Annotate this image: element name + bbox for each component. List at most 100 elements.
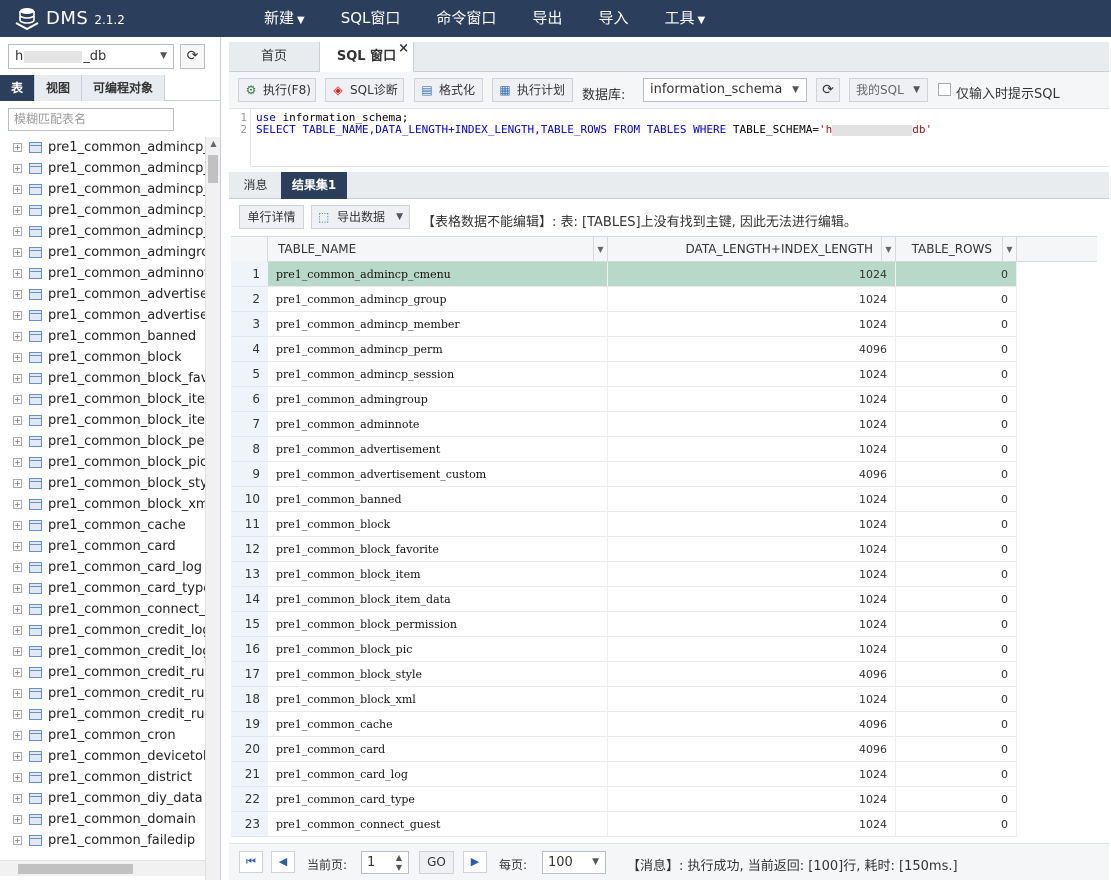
expand-icon[interactable]: + — [13, 668, 22, 677]
cell-table-name[interactable]: pre1_common_card_log — [268, 762, 608, 787]
table-row[interactable]: 9 pre1_common_advertisement_custom 4096 0 — [231, 462, 1017, 487]
format-button[interactable]: ▤ 格式化 — [414, 78, 483, 102]
expand-icon[interactable]: + — [13, 374, 22, 383]
cell-table-name[interactable]: pre1_common_block_style — [268, 662, 608, 687]
cell-data-length[interactable]: 4096 — [608, 737, 896, 762]
table-row[interactable]: 18 pre1_common_block_xml 1024 0 — [231, 687, 1017, 712]
expand-icon[interactable]: + — [13, 584, 22, 593]
cell-table-rows[interactable]: 0 — [896, 537, 1017, 562]
close-icon[interactable]: × — [398, 34, 409, 64]
cell-table-rows[interactable]: 0 — [896, 512, 1017, 537]
expand-icon[interactable]: + — [13, 836, 22, 845]
cell-table-name[interactable]: pre1_common_block — [268, 512, 608, 537]
table-row[interactable]: 2 pre1_common_admincp_group 1024 0 — [231, 287, 1017, 312]
table-row[interactable]: 5 pre1_common_admincp_session 1024 0 — [231, 362, 1017, 387]
table-row[interactable]: 12 pre1_common_block_favorite 1024 0 — [231, 537, 1017, 562]
expand-icon[interactable]: + — [13, 542, 22, 551]
expand-icon[interactable]: + — [13, 563, 22, 572]
page-size-select[interactable]: 100 ▼ — [542, 851, 606, 874]
scroll-up-icon[interactable]: ▲ — [206, 137, 221, 151]
table-row[interactable]: 11 pre1_common_block 1024 0 — [231, 512, 1017, 537]
cell-table-name[interactable]: pre1_common_adminnote — [268, 412, 608, 437]
cell-table-rows[interactable]: 0 — [896, 662, 1017, 687]
table-tree-item[interactable]: + pre1_common_block_style — [0, 474, 205, 495]
cell-table-name[interactable]: pre1_common_connect_guest — [268, 812, 608, 837]
cell-table-name[interactable]: pre1_common_admincp_session — [268, 362, 608, 387]
table-tree-item[interactable]: + pre1_common_district — [0, 768, 205, 789]
expand-icon[interactable]: + — [13, 647, 22, 656]
table-tree-item[interactable]: + pre1_common_admincp_pe — [0, 201, 205, 222]
table-row[interactable]: 16 pre1_common_block_pic 1024 0 — [231, 637, 1017, 662]
table-row[interactable]: 15 pre1_common_block_permission 1024 0 — [231, 612, 1017, 637]
cell-data-length[interactable]: 4096 — [608, 662, 896, 687]
go-button[interactable]: GO — [419, 851, 454, 874]
chevron-down-icon[interactable]: ▼ — [881, 237, 895, 262]
nav-sql-window[interactable]: SQL窗口 — [323, 0, 419, 37]
expand-icon[interactable]: + — [13, 479, 22, 488]
nav-new[interactable]: 新建 ▼ — [246, 0, 323, 37]
column-header-table-rows[interactable]: TABLE_ROWS ▼ — [896, 237, 1017, 262]
cell-table-rows[interactable]: 0 — [896, 787, 1017, 812]
nav-tools[interactable]: 工具 ▼ — [646, 0, 723, 37]
cell-data-length[interactable]: 1024 — [608, 512, 896, 537]
table-row[interactable]: 7 pre1_common_adminnote 1024 0 — [231, 412, 1017, 437]
table-tree-item[interactable]: + pre1_common_block_pic — [0, 453, 205, 474]
table-tree-item[interactable]: + pre1_common_cache — [0, 516, 205, 537]
cell-data-length[interactable]: 1024 — [608, 362, 896, 387]
cell-table-rows[interactable]: 0 — [896, 487, 1017, 512]
tree-vertical-scrollbar[interactable]: ▲ ▼ — [205, 137, 220, 880]
cell-table-rows[interactable]: 0 — [896, 412, 1017, 437]
expand-icon[interactable]: + — [13, 143, 22, 152]
table-tree-item[interactable]: + pre1_common_cron — [0, 726, 205, 747]
table-row[interactable]: 10 pre1_common_banned 1024 0 — [231, 487, 1017, 512]
table-tree-item[interactable]: + pre1_common_block_item — [0, 390, 205, 411]
cell-table-name[interactable]: pre1_common_block_xml — [268, 687, 608, 712]
cell-data-length[interactable]: 1024 — [608, 812, 896, 837]
cell-data-length[interactable]: 1024 — [608, 612, 896, 637]
table-tree-item[interactable]: + pre1_common_block_favor — [0, 369, 205, 390]
table-row[interactable]: 8 pre1_common_advertisement 1024 0 — [231, 437, 1017, 462]
table-tree-item[interactable]: + pre1_common_banned — [0, 327, 205, 348]
cell-data-length[interactable]: 1024 — [608, 437, 896, 462]
cell-table-name[interactable]: pre1_common_block_item — [268, 562, 608, 587]
expand-icon[interactable]: + — [13, 395, 22, 404]
cell-table-rows[interactable]: 0 — [896, 762, 1017, 787]
database-select[interactable]: h _db ▼ — [8, 44, 174, 69]
cell-table-rows[interactable]: 0 — [896, 737, 1017, 762]
expand-icon[interactable]: + — [13, 416, 22, 425]
expand-icon[interactable]: + — [13, 248, 22, 257]
table-row[interactable]: 19 pre1_common_cache 4096 0 — [231, 712, 1017, 737]
execution-plan-button[interactable]: ▦ 执行计划 — [492, 78, 573, 102]
scroll-thumb[interactable] — [208, 155, 218, 183]
expand-icon[interactable]: + — [13, 710, 22, 719]
table-row[interactable]: 13 pre1_common_block_item 1024 0 — [231, 562, 1017, 587]
table-tree-item[interactable]: + pre1_common_devicetoken — [0, 747, 205, 768]
cell-table-name[interactable]: pre1_common_card_type — [268, 787, 608, 812]
tab-sql-window[interactable]: SQL 窗口 × — [320, 41, 414, 72]
column-header-data-length[interactable]: DATA_LENGTH+INDEX_LENGTH ▼ — [608, 237, 896, 262]
current-page-input[interactable]: 1 ▲ ▼ — [361, 851, 409, 874]
cell-data-length[interactable]: 4096 — [608, 337, 896, 362]
cell-data-length[interactable]: 1024 — [608, 412, 896, 437]
cell-data-length[interactable]: 1024 — [608, 262, 896, 287]
cell-data-length[interactable]: 1024 — [608, 387, 896, 412]
tab-result-set-1[interactable]: 结果集1 — [281, 172, 347, 199]
tab-tables[interactable]: 表 — [0, 75, 36, 101]
cell-table-name[interactable]: pre1_common_admincp_perm — [268, 337, 608, 362]
table-tree-item[interactable]: + pre1_common_credit_log — [0, 621, 205, 642]
table-tree-item[interactable]: + pre1_common_admincp_se — [0, 222, 205, 243]
table-tree-item[interactable]: + pre1_common_domain — [0, 810, 205, 831]
expand-icon[interactable]: + — [13, 500, 22, 509]
execute-button[interactable]: ⚙ 执行(F8) — [238, 78, 316, 102]
expand-icon[interactable]: + — [13, 353, 22, 362]
expand-icon[interactable]: + — [13, 332, 22, 341]
cell-data-length[interactable]: 1024 — [608, 637, 896, 662]
row-detail-button[interactable]: 单行详情 — [239, 205, 304, 229]
chevron-down-icon[interactable]: ▼ — [593, 237, 607, 262]
nav-command-window[interactable]: 命令窗口 — [418, 0, 514, 37]
cell-data-length[interactable]: 1024 — [608, 762, 896, 787]
table-tree-item[interactable]: + pre1_common_diy_data — [0, 789, 205, 810]
chevron-down-icon[interactable]: ▼ — [1002, 237, 1016, 262]
cell-table-rows[interactable]: 0 — [896, 337, 1017, 362]
cell-table-rows[interactable]: 0 — [896, 562, 1017, 587]
